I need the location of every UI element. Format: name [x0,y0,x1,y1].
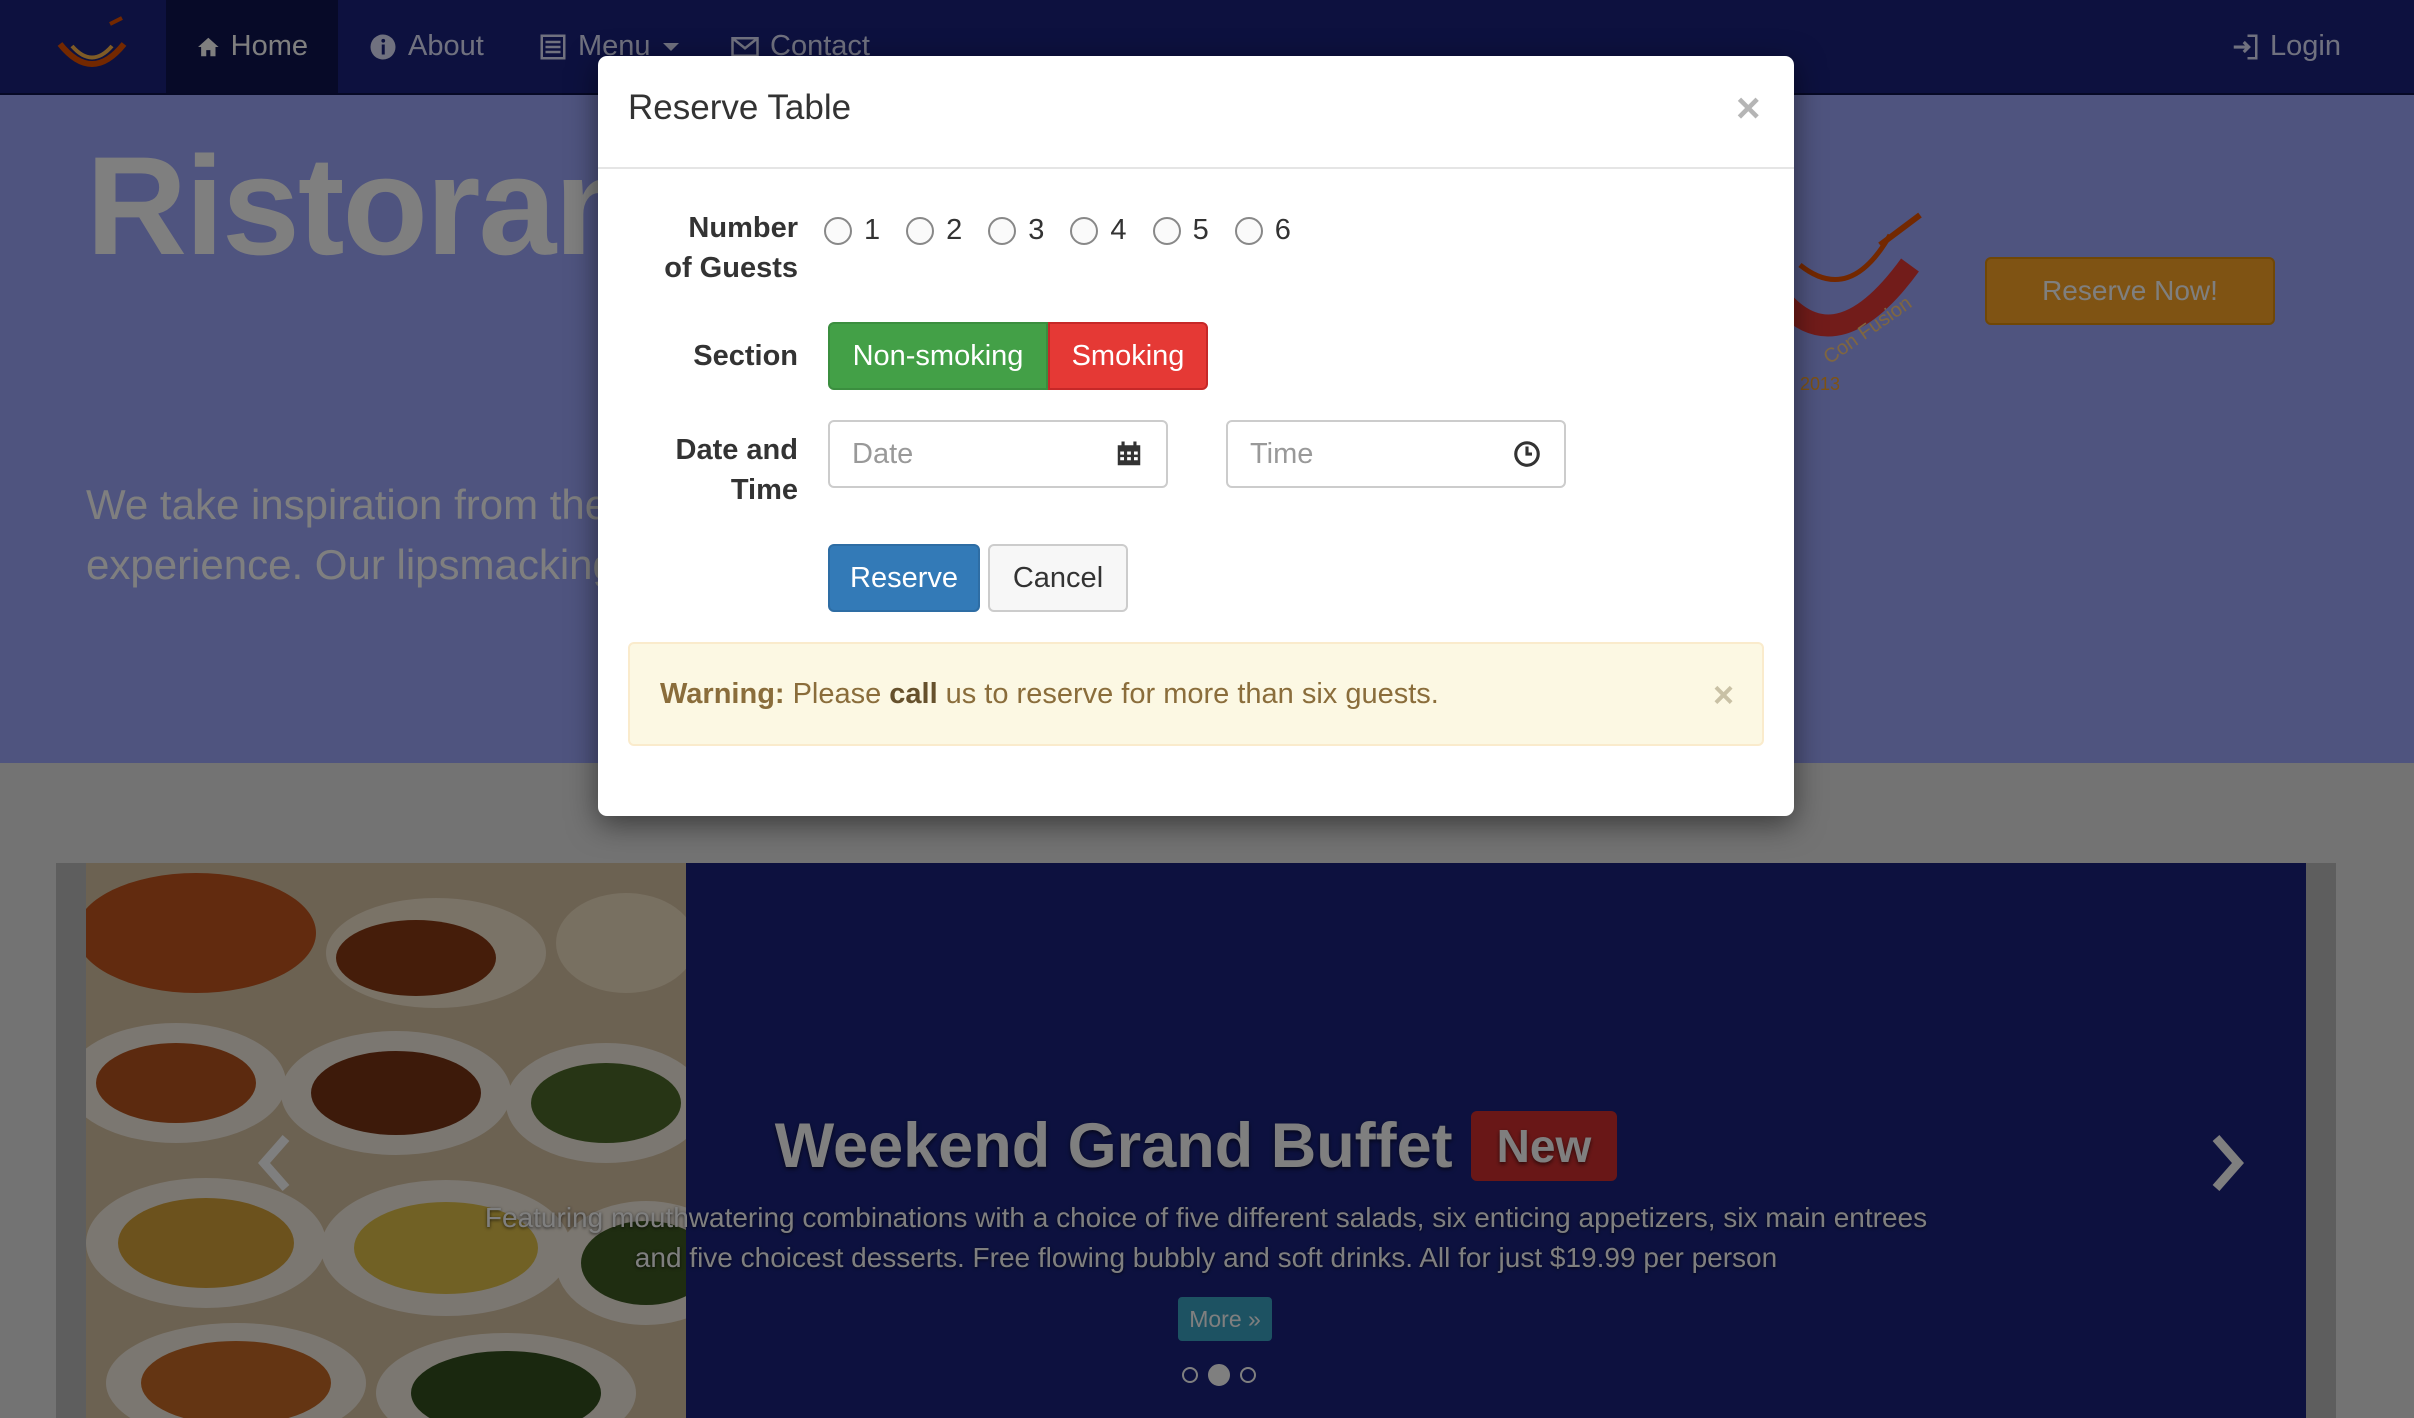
guest-option-2[interactable]: 2 [906,214,962,247]
guest-option-3[interactable]: 3 [988,214,1044,247]
guests-label-line1: Number [688,212,798,244]
guest-option-label: 6 [1274,214,1291,246]
guests-label: Number of Guests [598,208,798,288]
time-placeholder: Time [1250,437,1314,470]
alert-text-after: us to reserve for more than six guests. [945,677,1439,710]
smoking-button[interactable]: Smoking [1048,322,1208,390]
alert-close-icon[interactable]: × [1713,674,1734,716]
guest-option-1[interactable]: 1 [824,214,880,247]
datetime-label-line2: Time [730,474,798,506]
section-label: Section [693,340,798,372]
guest-option-5[interactable]: 5 [1152,214,1209,247]
warning-alert: Warning: Please call us to reserve for m… [628,642,1764,746]
guest-option-label: 4 [1110,214,1127,246]
date-input[interactable]: Date [828,420,1168,488]
radio-button[interactable] [1070,216,1099,245]
radio-button[interactable] [906,216,935,245]
radio-button[interactable] [1234,216,1263,245]
datetime-label-line1: Date and [675,434,798,466]
close-icon[interactable]: × [1736,84,1761,132]
time-input[interactable]: Time [1226,420,1566,488]
cancel-button[interactable]: Cancel [988,544,1128,612]
modal-header: Reserve Table × [598,56,1794,169]
guest-option-label: 3 [1028,214,1045,246]
clock-icon[interactable] [1512,439,1542,469]
guest-option-label: 2 [946,214,963,246]
guest-option-label: 1 [864,214,881,246]
date-placeholder: Date [852,437,914,470]
calendar-icon[interactable] [1114,439,1144,469]
guests-label-line2: of Guests [664,252,798,284]
guest-option-4[interactable]: 4 [1070,214,1127,247]
radio-button[interactable] [824,216,852,245]
alert-text-before: Please [792,677,882,710]
alert-strong: Warning: [660,677,785,710]
guests-radio-group: 1 2 3 4 5 6 [824,214,1291,247]
section-toggle: Non-smoking Smoking [828,322,1208,390]
alert-emphasis: call [889,677,938,710]
reserve-table-modal: Reserve Table × Number of Guests 1 2 3 4… [598,56,1794,816]
modal-title: Reserve Table [628,88,852,127]
reserve-button[interactable]: Reserve [828,544,980,612]
guest-option-6[interactable]: 6 [1234,214,1291,247]
radio-button[interactable] [988,216,1017,245]
non-smoking-button[interactable]: Non-smoking [828,322,1048,390]
guest-option-label: 5 [1192,214,1209,246]
datetime-label: Date and Time [598,430,798,510]
radio-button[interactable] [1152,216,1181,245]
